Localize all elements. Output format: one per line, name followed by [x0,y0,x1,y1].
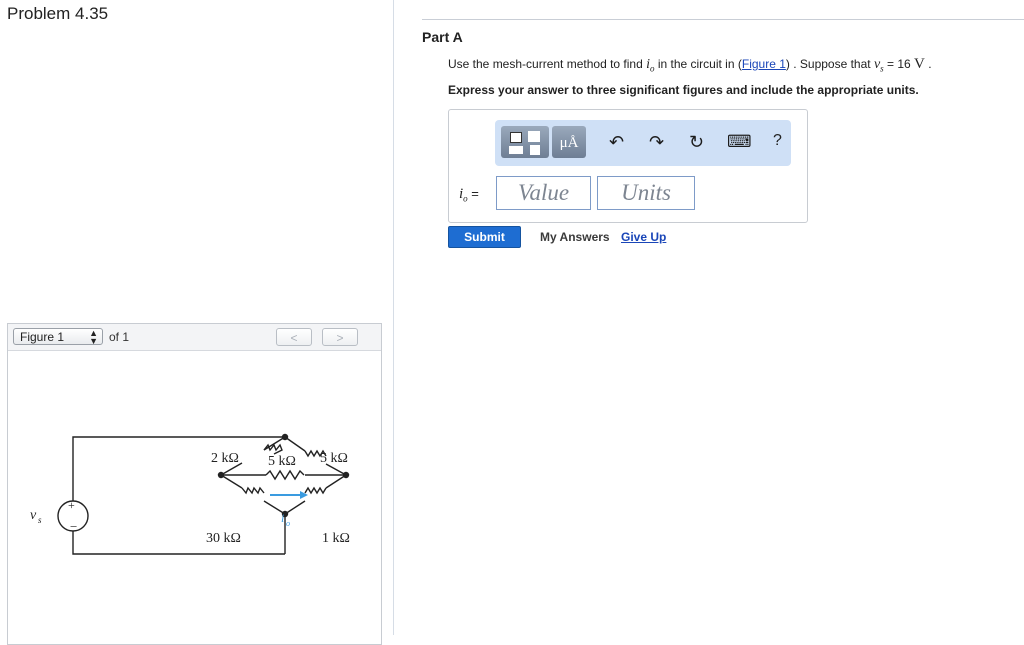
label-r-1k: 1 kΩ [322,531,350,546]
figure-select[interactable]: Figure 1 ▲ ▼ [13,328,103,346]
source-label: v [30,508,37,523]
next-figure-button[interactable]: > [322,328,358,346]
redo-icon[interactable]: ↷ [649,133,664,151]
node-top [281,433,289,441]
template-small-icon [530,145,540,155]
template-square-icon [528,131,540,142]
templates-button[interactable] [501,126,549,158]
instruction-text: Express your answer to three significant… [448,83,919,97]
current-label-sub: o [286,519,290,528]
figure-count: of 1 [109,330,130,344]
current-label: i [281,511,284,525]
help-button[interactable]: ? [773,132,782,150]
my-answers-link[interactable]: My Answers [540,230,610,244]
node-right [342,471,350,479]
question-pre: Use the mesh-current method to find [448,57,647,71]
resistor-30k [241,486,265,495]
reset-icon[interactable]: ↻ [689,133,704,151]
source-minus: − [70,519,77,534]
resistor-5k-mid [265,469,305,481]
template-box-icon [510,132,522,143]
part-label: Part A [422,29,463,45]
previous-figure-button[interactable]: < [276,328,312,346]
give-up-link[interactable]: Give Up [621,230,666,244]
keyboard-icon[interactable]: ⌨ [727,133,752,151]
label-r-30k: 30 kΩ [206,531,241,546]
question-end: . [924,57,932,71]
divider [422,19,1024,20]
updown-arrows-icon: ▲ ▼ [89,328,98,346]
resistor-1k [304,486,327,495]
answer-eq: = [467,186,479,201]
question-eq: = 16 [883,57,915,71]
bottom-wire [72,531,285,555]
units-input[interactable]: Units [597,176,695,210]
node-left [217,471,225,479]
undo-icon[interactable]: ↶ [609,133,624,151]
question-unit: V [914,56,925,72]
current-arrowhead [300,491,308,499]
figure-select-value: Figure 1 [20,330,65,344]
figure-panel: Figure 1 ▲ ▼ of 1 < > + − v s 2 kΩ 5 kΩ … [7,323,382,645]
answer-label: io = [459,186,479,204]
left-panel: Problem 4.35 Figure 1 ▲ ▼ of 1 < > + − v… [0,0,394,645]
units-button[interactable]: μÅ [552,126,586,158]
resistor-2k [263,443,283,455]
circuit-diagram: + − v s 2 kΩ 5 kΩ 5 kΩ 30 kΩ 1 kΩ i o [30,433,350,555]
value-input[interactable]: Value [496,176,591,210]
label-r-5k-mid: 5 kΩ [268,454,296,469]
question-mid: in the circuit in ( [654,57,742,71]
question-text: Use the mesh-current method to find io i… [448,56,932,73]
right-panel: Part A Use the mesh-current method to fi… [394,0,1024,635]
label-r-5k-top: 5 kΩ [320,451,348,466]
figure-link[interactable]: Figure 1 [742,57,786,71]
label-r-2k: 2 kΩ [211,451,239,466]
submit-button[interactable]: Submit [448,226,521,248]
question-post: ) . Suppose that [785,57,874,71]
answer-box: μÅ ↶ ↷ ↻ ⌨ ? io = Value Units [448,109,808,223]
problem-title: Problem 4.35 [7,4,109,23]
math-toolbar: μÅ ↶ ↷ ↻ ⌨ ? [495,120,791,166]
source-label-sub: s [38,515,42,525]
source-plus: + [68,498,75,512]
template-bar-icon [509,146,523,154]
figure-toolbar: Figure 1 ▲ ▼ of 1 < > [8,324,381,351]
